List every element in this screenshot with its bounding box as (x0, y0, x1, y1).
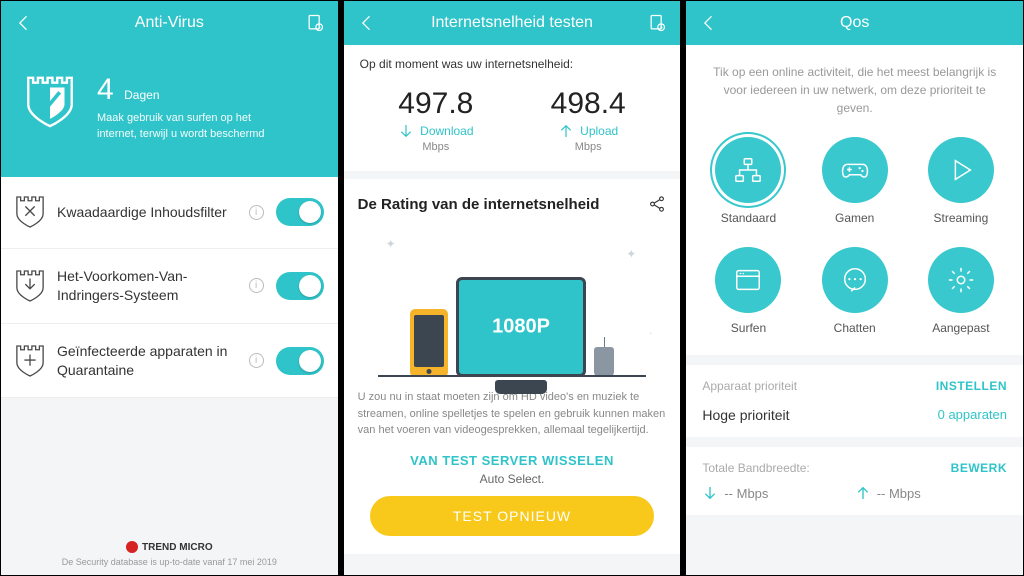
rating-description: U zou nu in staat moeten zijn om HD vide… (358, 389, 667, 439)
phone-icon (410, 309, 448, 377)
download-value: 497.8 (360, 87, 512, 121)
footer-text: De Security database is up-to-date vanaf… (1, 557, 338, 567)
page-title: Qos (720, 14, 989, 32)
tile-custom[interactable]: Aangepast (913, 247, 1009, 335)
report-icon[interactable] (304, 12, 326, 34)
upload-label: Upload (580, 124, 618, 138)
auto-select-label: Auto Select. (358, 472, 667, 486)
upload-arrow-icon (558, 123, 574, 139)
shield-download-icon (15, 269, 45, 303)
gamepad-icon (840, 155, 870, 185)
section-label: Apparaat prioriteit (702, 379, 797, 393)
shield-plus-icon (15, 344, 45, 378)
tile-label: Surfen (700, 321, 796, 335)
footer: TREND MICRO De Security database is up-t… (1, 541, 338, 567)
play-icon (946, 155, 976, 185)
rating-card: De Rating van de internetsnelheid ✦✦. 10… (344, 179, 681, 554)
list-item[interactable]: Geïnfecteerde apparaten in Quarantaine i (1, 324, 338, 399)
row-value: 0 apparaten (938, 407, 1007, 423)
qos-body: Tik op een online activiteit, die het me… (686, 45, 1023, 355)
speed-summary: Op dit moment was uw internetsnelheid: 4… (344, 45, 681, 171)
upload-arrow-icon (855, 485, 871, 501)
caption: Op dit moment was uw internetsnelheid: (360, 57, 665, 71)
tile-label: Streaming (913, 211, 1009, 225)
download-arrow-icon (702, 485, 718, 501)
hero-banner: 4 Dagen Maak gebruik van surfen op het i… (1, 45, 338, 177)
info-icon[interactable]: i (249, 205, 264, 220)
feature-label: Geïnfecteerde apparaten in Quarantaine (57, 342, 233, 380)
back-icon[interactable] (356, 12, 378, 34)
cup-icon (594, 347, 614, 377)
info-icon[interactable]: i (249, 353, 264, 368)
download-block: 497.8 Download Mbps (360, 87, 512, 153)
days-label: Dagen (124, 88, 159, 102)
activity-grid: Standaard Gamen Streaming Surfen Chatten (700, 137, 1009, 335)
tile-label: Aangepast (913, 321, 1009, 335)
high-priority-row[interactable]: Hoge prioriteit 0 apparaten (702, 407, 1007, 423)
toggle-switch[interactable] (276, 272, 324, 300)
report-icon[interactable] (646, 12, 668, 34)
header: Anti-Virus (1, 1, 338, 45)
info-icon[interactable]: i (249, 278, 264, 293)
speedtest-screen: Internetsnelheid testen Op dit moment wa… (343, 0, 682, 576)
qos-screen: Qos Tik op een online activiteit, die he… (685, 0, 1024, 576)
retest-button[interactable]: TEST OPNIEUW (370, 496, 655, 536)
tile-surfing[interactable]: Surfen (700, 247, 796, 335)
bandwidth-down: -- Mbps (702, 485, 854, 501)
share-icon[interactable] (648, 195, 666, 213)
download-label: Download (420, 124, 473, 138)
shield-check-icon (21, 73, 79, 131)
monitor-icon: 1080P (456, 277, 586, 377)
download-arrow-icon (398, 123, 414, 139)
back-icon[interactable] (13, 12, 35, 34)
tile-standard[interactable]: Standaard (700, 137, 796, 225)
chat-icon (840, 265, 870, 295)
download-unit: Mbps (360, 141, 512, 153)
bandwidth-up: -- Mbps (855, 485, 1007, 501)
toggle-switch[interactable] (276, 198, 324, 226)
browser-icon (733, 265, 763, 295)
feature-list: Kwaadaardige Inhoudsfilter i Het-Voorkom… (1, 177, 338, 399)
feature-label: Kwaadaardige Inhoudsfilter (57, 203, 233, 222)
back-icon[interactable] (698, 12, 720, 34)
rating-title: De Rating van de internetsnelheid (358, 196, 600, 213)
tile-streaming[interactable]: Streaming (913, 137, 1009, 225)
tile-chatting[interactable]: Chatten (807, 247, 903, 335)
network-icon (733, 155, 763, 185)
gear-icon (946, 265, 976, 295)
header: Qos (686, 1, 1023, 45)
illustration: ✦✦. 1080P (358, 227, 667, 377)
section-label: Totale Bandbreedte: (702, 461, 809, 475)
toggle-switch[interactable] (276, 347, 324, 375)
row-label: Hoge prioriteit (702, 407, 789, 423)
bandwidth-section: Totale Bandbreedte: BEWERK -- Mbps -- Mb… (686, 447, 1023, 515)
change-server-link[interactable]: VAN TEST SERVER WISSELEN (358, 453, 667, 468)
brand-logo: TREND MICRO (1, 541, 338, 553)
antivirus-screen: Anti-Virus 4 Dagen Maak gebruik van surf… (0, 0, 339, 576)
page-title: Anti-Virus (35, 14, 304, 32)
shield-x-icon (15, 195, 45, 229)
header: Internetsnelheid testen (344, 1, 681, 45)
upload-value: 498.4 (512, 87, 664, 121)
list-item[interactable]: Kwaadaardige Inhoudsfilter i (1, 177, 338, 249)
page-title: Internetsnelheid testen (378, 14, 647, 32)
tile-label: Gamen (807, 211, 903, 225)
days-count: 4 (97, 73, 114, 107)
tile-label: Chatten (807, 321, 903, 335)
upload-block: 498.4 Upload Mbps (512, 87, 664, 153)
edit-link[interactable]: BEWERK (951, 461, 1007, 475)
upload-unit: Mbps (512, 141, 664, 153)
resolution-badge: 1080P (492, 316, 550, 339)
hero-subtitle: Maak gebruik van surfen op het internet,… (97, 111, 277, 143)
device-priority-section: Apparaat prioriteit INSTELLEN Hoge prior… (686, 365, 1023, 437)
tile-gaming[interactable]: Gamen (807, 137, 903, 225)
configure-link[interactable]: INSTELLEN (936, 379, 1007, 393)
feature-label: Het-Voorkomen-Van-Indringers-Systeem (57, 267, 233, 305)
tile-label: Standaard (700, 211, 796, 225)
instruction-text: Tik op een online activiteit, die het me… (700, 63, 1009, 117)
list-item[interactable]: Het-Voorkomen-Van-Indringers-Systeem i (1, 249, 338, 324)
